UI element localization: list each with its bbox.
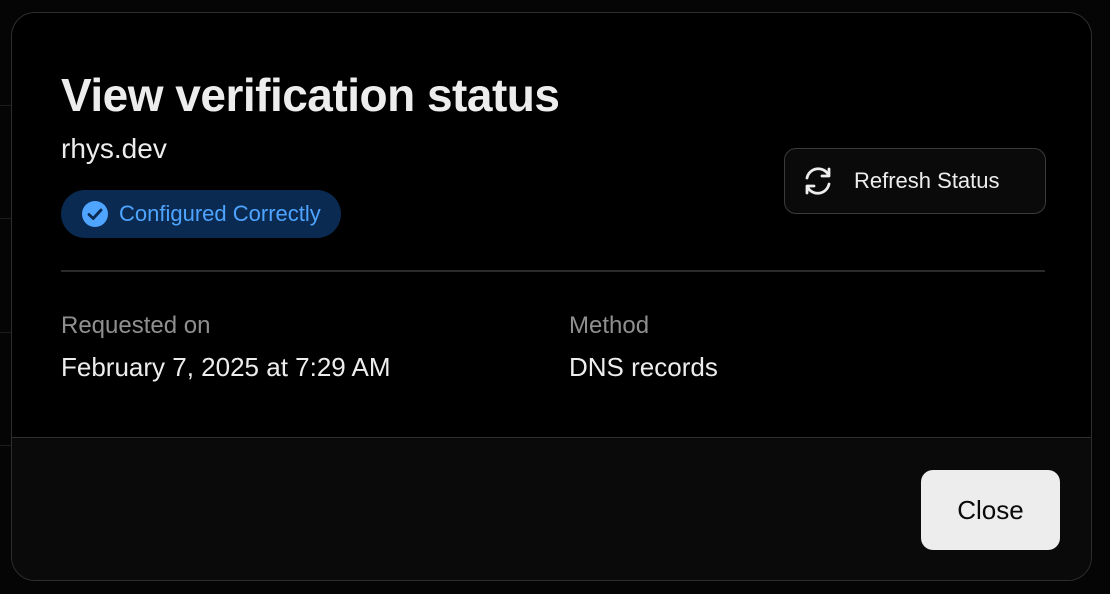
- dialog-body: View verification status rhys.dev Config…: [12, 13, 1091, 437]
- refresh-status-button[interactable]: Refresh Status: [784, 148, 1046, 214]
- verification-status-dialog: View verification status rhys.dev Config…: [11, 12, 1092, 581]
- check-circle-icon: [81, 200, 109, 228]
- domain-name: rhys.dev: [61, 133, 167, 164]
- requested-on-field: Requested on February 7, 2025 at 7:29 AM: [61, 309, 391, 385]
- refresh-icon: [801, 164, 835, 198]
- section-divider: [61, 270, 1045, 272]
- requested-on-value: February 7, 2025 at 7:29 AM: [61, 352, 391, 382]
- method-value: DNS records: [569, 352, 718, 382]
- dialog-title: View verification status: [61, 69, 560, 121]
- close-button[interactable]: Close: [921, 470, 1060, 550]
- refresh-status-label: Refresh Status: [854, 168, 1000, 193]
- requested-on-label: Requested on: [61, 312, 211, 339]
- status-badge: Configured Correctly: [61, 190, 341, 238]
- status-badge-label: Configured Correctly: [119, 201, 321, 226]
- method-field: Method DNS records: [569, 309, 718, 385]
- method-label: Method: [569, 312, 650, 339]
